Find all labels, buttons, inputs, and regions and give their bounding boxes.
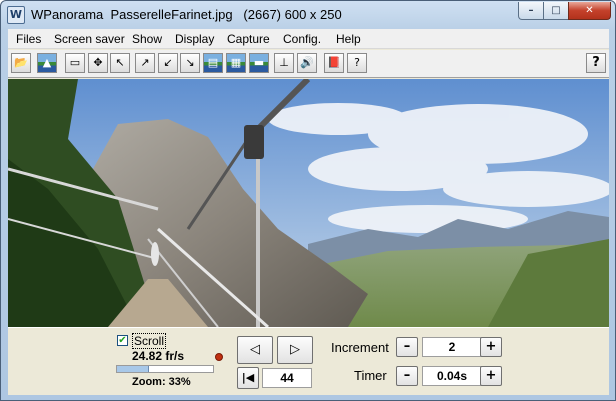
increment-value-field[interactable]: 2 <box>422 337 482 357</box>
zoom-readout: Zoom: 33% <box>132 376 191 388</box>
frame-number-field[interactable]: 44 <box>262 368 312 388</box>
menu-config[interactable]: Config. <box>283 32 321 46</box>
increment-decrease-button[interactable]: – <box>396 337 418 357</box>
toolbar: 📂 ▲ ▭ ✥ ↖ ↗ ↙ ↘ ▤ ▦ ▬ ⊥ 🔊 📕 ? ? <box>8 50 609 78</box>
book-icon[interactable]: 📕 <box>324 53 344 73</box>
zoom-slider[interactable] <box>116 365 214 373</box>
close-button[interactable]: ✕ <box>568 2 611 20</box>
help-button[interactable]: ? <box>586 53 606 73</box>
menu-display[interactable]: Display <box>175 32 214 46</box>
timer-decrease-button[interactable]: – <box>396 366 418 386</box>
arrow-sw-icon[interactable]: ↙ <box>158 53 178 73</box>
app-window: W WPanorama PasserelleFarinet.jpg (2667)… <box>0 0 616 401</box>
open-file-icon[interactable]: 📂 <box>11 53 31 73</box>
move-icon[interactable]: ✥ <box>88 53 108 73</box>
hiker <box>151 242 159 266</box>
control-panel: ✔ Scroll 24.82 fr/s Zoom: 33% ◁ ▷ |◀ 44 … <box>8 327 609 395</box>
panorama-landscape-icon[interactable]: ▦ <box>226 53 246 73</box>
title-bar[interactable]: W WPanorama PasserelleFarinet.jpg (2667)… <box>1 1 615 29</box>
record-indicator-icon <box>215 353 223 361</box>
scroll-checkbox[interactable]: ✔ <box>117 335 128 346</box>
speaker-icon[interactable]: 🔊 <box>297 53 317 73</box>
timer-increase-button[interactable]: + <box>480 366 502 386</box>
image-icon[interactable]: ▲ <box>37 53 57 73</box>
minimize-button[interactable]: – <box>518 2 544 20</box>
timer-label: Timer <box>354 368 387 383</box>
arrow-se-icon[interactable]: ↘ <box>180 53 200 73</box>
client-area: Files Screen saver Show Display Capture … <box>8 29 609 395</box>
menu-screen-saver[interactable]: Screen saver <box>54 32 125 46</box>
panorama-strip-icon[interactable]: ▬ <box>249 53 269 73</box>
timer-value-field[interactable]: 0.04s <box>422 366 482 386</box>
increment-increase-button[interactable]: + <box>480 337 502 357</box>
scroll-left-button[interactable]: ◁ <box>237 336 273 364</box>
panorama-viewport[interactable] <box>8 79 609 327</box>
cable-clamp <box>244 125 264 159</box>
page-icon[interactable]: ▭ <box>65 53 85 73</box>
app-icon[interactable]: W <box>7 6 25 24</box>
panorama-view-icon[interactable]: ▤ <box>203 53 223 73</box>
help-book-icon[interactable]: ? <box>347 53 367 73</box>
panorama-image[interactable] <box>8 79 609 327</box>
frame-rate-readout: 24.82 fr/s <box>132 349 185 363</box>
maximize-button[interactable]: □ <box>543 2 569 20</box>
increment-label: Increment <box>331 340 389 355</box>
zoom-slider-fill <box>117 366 149 372</box>
menu-files[interactable]: Files <box>16 32 41 46</box>
menu-bar: Files Screen saver Show Display Capture … <box>8 29 609 49</box>
scroll-right-button[interactable]: ▷ <box>277 336 313 364</box>
arrow-nw-icon[interactable]: ↖ <box>110 53 130 73</box>
tripod-icon[interactable]: ⊥ <box>274 53 294 73</box>
scroll-checkbox-label[interactable]: Scroll <box>132 333 167 349</box>
arrow-ne-icon[interactable]: ↗ <box>135 53 155 73</box>
menu-help[interactable]: Help <box>336 32 361 46</box>
window-title: WPanorama PasserelleFarinet.jpg (2667) 6… <box>31 7 342 22</box>
first-frame-button[interactable]: |◀ <box>237 367 259 389</box>
menu-show[interactable]: Show <box>132 32 162 46</box>
menu-capture[interactable]: Capture <box>227 32 270 46</box>
